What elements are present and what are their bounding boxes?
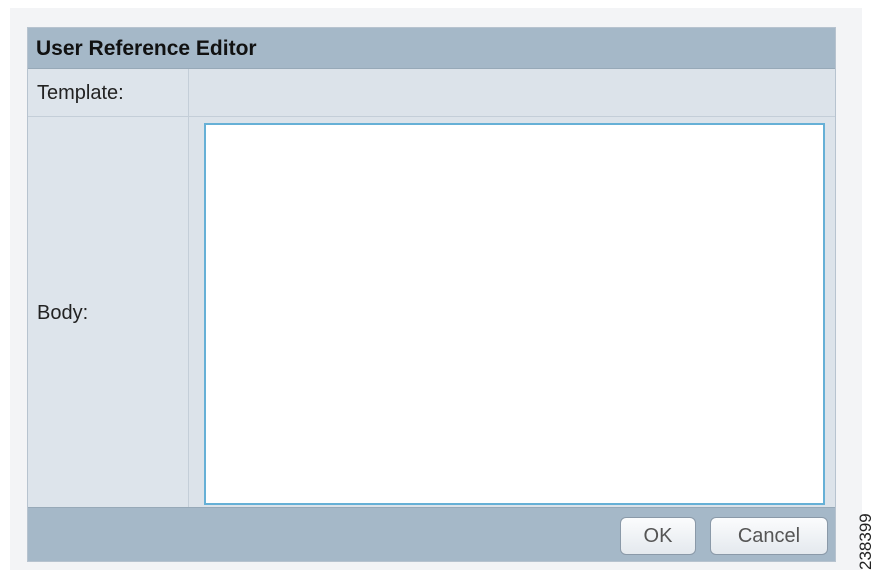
template-value (189, 69, 835, 116)
user-reference-editor-dialog: User Reference Editor Template: Body: OK… (27, 27, 836, 562)
dialog-footer: OK Cancel (28, 507, 835, 561)
ok-button[interactable]: OK (620, 517, 696, 555)
body-label: Body: (28, 117, 189, 509)
template-row: Template: (28, 69, 835, 117)
template-label: Template: (28, 69, 189, 116)
body-value-cell (189, 117, 835, 509)
figure-number: 238399 (856, 513, 875, 570)
body-textarea[interactable] (204, 123, 825, 505)
dialog-title: User Reference Editor (28, 28, 835, 69)
body-label-text: Body: (37, 301, 89, 324)
body-row: Body: (28, 117, 835, 509)
cancel-button[interactable]: Cancel (710, 517, 828, 555)
